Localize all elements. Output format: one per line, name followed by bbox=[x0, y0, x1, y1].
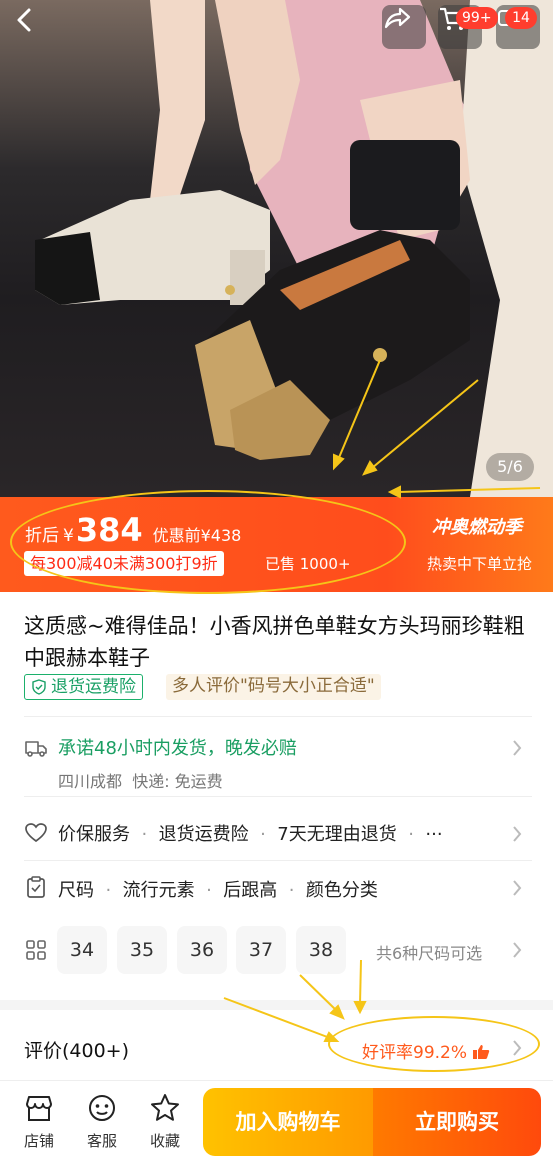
good-rate-text: 好评率99.2% bbox=[362, 1043, 468, 1063]
divider bbox=[24, 860, 532, 861]
grid-icon bbox=[26, 940, 46, 960]
buy-now-button[interactable]: 立即购买 bbox=[373, 1088, 541, 1156]
size-option[interactable]: 37 bbox=[236, 926, 286, 974]
ship-express: 快递: 免运费 bbox=[132, 772, 223, 791]
good-rate[interactable]: 好评率99.2% bbox=[362, 1038, 490, 1063]
sold-count: 已售 1000+ bbox=[265, 555, 351, 573]
customer-service-button[interactable]: 客服 bbox=[77, 1093, 127, 1151]
currency-symbol: ¥ bbox=[63, 526, 74, 546]
shipping-row[interactable]: 承诺48小时内发货，晚发必赔 四川成都 快递: 免运费 bbox=[0, 716, 553, 796]
services-more: ··· bbox=[425, 824, 443, 845]
attr-style: 流行元素 bbox=[122, 880, 195, 901]
chevron-right-icon bbox=[513, 1040, 522, 1056]
attr-size: 尺码 bbox=[58, 880, 94, 901]
promo-tag[interactable]: 每300减40未满300打9折 bbox=[24, 551, 224, 576]
attr-heel-height: 后跟高 bbox=[223, 880, 278, 901]
chevron-right-icon bbox=[513, 880, 522, 896]
back-arrow-icon bbox=[17, 8, 31, 32]
customer-service-icon bbox=[89, 1095, 115, 1121]
product-title: 这质感~难得佳品！小香风拼色单鞋女方头玛丽珍鞋粗中跟赫本鞋子 bbox=[24, 614, 525, 670]
shipping-info: 四川成都 快递: 免运费 bbox=[58, 768, 223, 792]
favorite-button[interactable]: 收藏 bbox=[140, 1093, 190, 1151]
return-insurance-chip[interactable]: 退货运费险 bbox=[24, 674, 143, 700]
add-to-cart-button[interactable]: 加入购物车 bbox=[203, 1088, 373, 1156]
return-insurance-label: 退货运费险 bbox=[51, 677, 136, 697]
heart-icon bbox=[25, 823, 47, 843]
bottom-action-bar: 店铺 客服 收藏 加入购物车 立即购买 bbox=[0, 1080, 553, 1163]
image-counter: 5/6 bbox=[486, 453, 534, 481]
size-option[interactable]: 38 bbox=[296, 926, 346, 974]
size-option[interactable]: 35 bbox=[117, 926, 167, 974]
shop-icon bbox=[26, 1096, 52, 1121]
shield-check-icon bbox=[32, 679, 46, 695]
star-icon bbox=[151, 1094, 179, 1121]
size-option[interactable]: 34 bbox=[57, 926, 107, 974]
event-subtitle: 热卖中下单立抢 bbox=[427, 555, 533, 573]
chevron-right-icon bbox=[513, 826, 522, 842]
price-bar: 折后 ¥ 384 优惠前¥438 每300减40未满300打9折 已售 1000… bbox=[0, 497, 553, 592]
services-list: 价保服务 · 退货运费险 · 7天无理由退货 · ··· bbox=[58, 824, 443, 845]
share-button[interactable] bbox=[382, 5, 426, 49]
delivery-truck-icon bbox=[25, 741, 47, 757]
reviews-header[interactable]: 评价(400+) 好评率99.2% bbox=[0, 1010, 553, 1080]
size-count-text: 共6种尺码可选 bbox=[376, 944, 483, 963]
divider bbox=[24, 796, 532, 797]
reviews-title: 评价(400+) bbox=[24, 1040, 130, 1062]
favorite-label: 收藏 bbox=[149, 1132, 180, 1150]
share-icon bbox=[384, 7, 411, 29]
shop-button[interactable]: 店铺 bbox=[14, 1093, 64, 1151]
shop-label: 店铺 bbox=[23, 1132, 54, 1150]
clipboard-icon bbox=[27, 876, 45, 898]
cart-count-badge: 99+ bbox=[456, 7, 498, 29]
product-image-carousel[interactable]: 99+ 14 5/6 bbox=[0, 0, 553, 497]
review-highlight-chip[interactable]: 多人评价"码号大小正合适" bbox=[166, 674, 381, 700]
shipping-promise: 承诺48小时内发货，晚发必赔 bbox=[58, 738, 297, 759]
thumbs-up-icon bbox=[473, 1045, 490, 1059]
back-button[interactable] bbox=[12, 7, 56, 51]
ship-origin: 四川成都 bbox=[58, 772, 123, 791]
after-discount-label: 折后 bbox=[25, 526, 59, 546]
current-price: 384 bbox=[75, 511, 143, 549]
message-count-badge: 14 bbox=[505, 7, 537, 29]
attr-color: 颜色分类 bbox=[305, 880, 378, 901]
product-title-card: 这质感~难得佳品！小香风拼色单鞋女方头玛丽珍鞋粗中跟赫本鞋子 退货运费险 多人评… bbox=[0, 592, 553, 716]
price-row: 折后 ¥ 384 优惠前¥438 bbox=[25, 511, 241, 549]
chevron-right-icon bbox=[513, 942, 522, 958]
size-option[interactable]: 36 bbox=[177, 926, 227, 974]
service-price-protection: 价保服务 bbox=[58, 824, 130, 845]
attributes-list: 尺码 · 流行元素 · 后跟高 · 颜色分类 bbox=[58, 880, 378, 901]
service-return-insurance: 退货运费险 bbox=[158, 824, 249, 845]
attributes-row[interactable]: 尺码 · 流行元素 · 后跟高 · 颜色分类 34 35 36 37 38 共6… bbox=[0, 860, 553, 1000]
event-title: 冲奥燃动季 bbox=[432, 517, 522, 538]
product-photo bbox=[35, 0, 553, 497]
service-7day-return: 7天无理由退货 bbox=[277, 824, 397, 845]
divider bbox=[24, 716, 532, 717]
pre-discount-price: 优惠前¥438 bbox=[152, 526, 242, 545]
chevron-right-icon bbox=[513, 740, 522, 756]
service-label: 客服 bbox=[86, 1132, 117, 1150]
